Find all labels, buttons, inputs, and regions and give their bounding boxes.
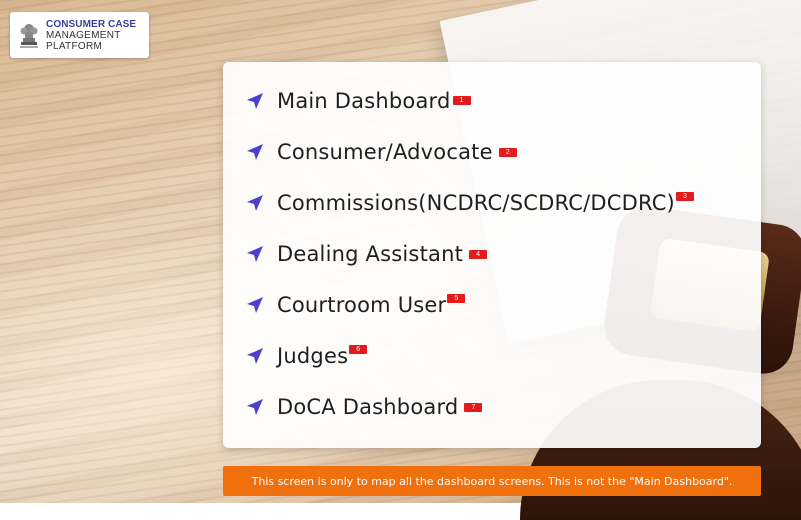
state-emblem-icon [20,24,38,48]
menu-item-dealing-assistant[interactable]: Dealing Assistant 4 [245,242,488,266]
menu-item-main-dashboard[interactable]: Main Dashboard 1 [245,89,471,113]
menu-item-label: Courtroom User [277,293,447,317]
app-logo[interactable]: CONSUMER CASE MANAGEMENT PLATFORM [10,12,149,58]
logo-title-line3: PLATFORM [46,40,103,52]
menu-item-badge: 2 [498,147,517,157]
menu-item-badge: 7 [464,402,483,412]
logo-title-line2: MANAGEMENT [46,29,121,41]
send-arrow-icon [247,93,263,109]
menu-item-label: Judges [277,344,349,368]
menu-item-label: Dealing Assistant [277,242,464,266]
menu-item-commissions[interactable]: Commissions(NCDRC/SCDRC/DCDRC) 3 [245,191,694,215]
send-arrow-icon [247,246,263,262]
send-arrow-icon [247,297,263,313]
menu-item-badge: 6 [349,344,368,354]
menu-item-label: Commissions(NCDRC/SCDRC/DCDRC) [277,191,675,215]
dashboard-menu-panel: Main Dashboard 1 Consumer/Advocate 2 Com… [223,62,761,448]
logo-title-line1: CONSUMER CASE [46,18,137,30]
menu-item-label: Consumer/Advocate [277,140,493,164]
send-arrow-icon [247,348,263,364]
notice-banner: This screen is only to map all the dashb… [223,466,761,496]
send-arrow-icon [247,195,263,211]
menu-item-consumer-advocate[interactable]: Consumer/Advocate 2 [245,140,517,164]
menu-item-badge: 1 [452,95,471,105]
send-arrow-icon [247,144,263,160]
menu-item-badge: 5 [447,293,466,303]
logo-text: CONSUMER CASE MANAGEMENT PLATFORM [46,19,136,52]
menu-item-label: DoCA Dashboard [277,395,459,419]
menu-item-courtroom-user[interactable]: Courtroom User 5 [245,293,466,317]
send-arrow-icon [247,399,263,415]
menu-item-judges[interactable]: Judges 6 [245,344,368,368]
menu-item-badge: 4 [469,249,488,259]
menu-item-badge: 3 [675,191,694,201]
menu-item-label: Main Dashboard [277,89,451,113]
menu-item-doca-dashboard[interactable]: DoCA Dashboard 7 [245,395,483,419]
notice-text: This screen is only to map all the dashb… [251,474,733,488]
